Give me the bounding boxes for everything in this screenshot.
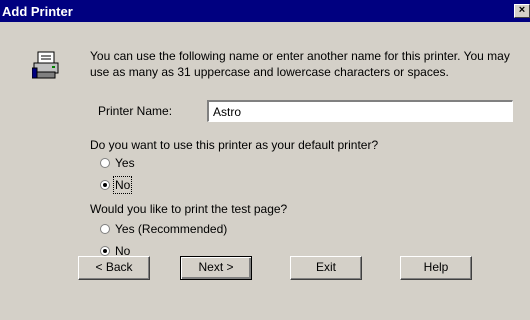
radio-button[interactable]	[100, 224, 110, 234]
test-page-question: Would you like to print the test page?	[90, 202, 288, 216]
default-yes-radio[interactable]: Yes	[100, 156, 135, 170]
title-bar: Add Printer ×	[0, 0, 530, 22]
exit-button[interactable]: Exit	[290, 256, 362, 280]
close-button[interactable]: ×	[514, 4, 530, 18]
radio-label: Yes (Recommended)	[115, 222, 228, 236]
intro-text: You can use the following name or enter …	[90, 49, 510, 79]
window-title: Add Printer	[2, 4, 73, 19]
radio-label: No	[112, 176, 133, 194]
printer-icon	[31, 50, 62, 80]
test-yes-radio[interactable]: Yes (Recommended)	[100, 222, 227, 236]
default-printer-question: Do you want to use this printer as your …	[90, 138, 379, 152]
default-no-radio[interactable]: No	[100, 176, 133, 194]
help-button[interactable]: Help	[400, 256, 472, 280]
printer-name-label: Printer Name:	[98, 104, 173, 118]
back-button[interactable]: < Back	[78, 256, 150, 280]
radio-button[interactable]	[100, 246, 110, 256]
radio-label: Yes	[115, 156, 135, 170]
radio-button[interactable]	[100, 158, 110, 168]
next-button[interactable]: Next >	[180, 256, 252, 280]
radio-button[interactable]	[100, 180, 110, 190]
printer-name-input[interactable]	[207, 100, 513, 122]
